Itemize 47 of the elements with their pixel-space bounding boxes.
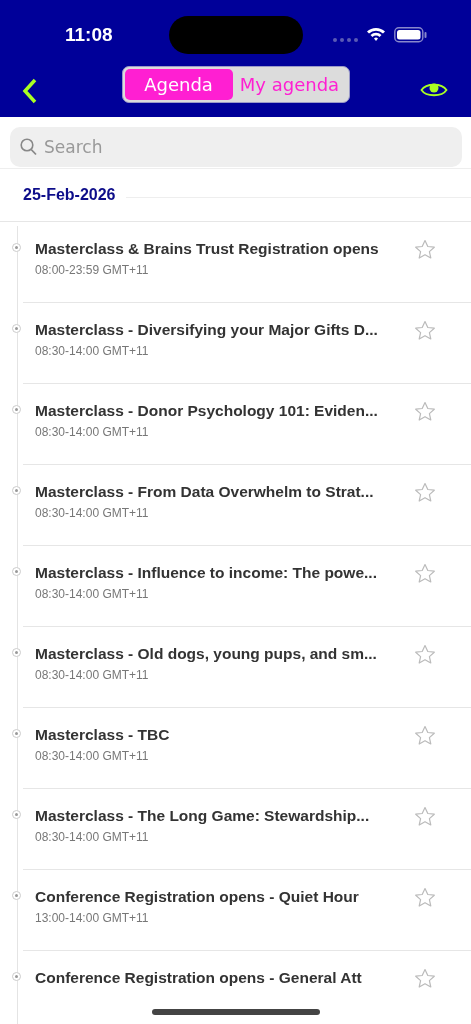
session-title: Masterclass & Brains Trust Registration opens: [35, 240, 379, 258]
session-title: Masterclass - Old dogs, young pups, and sm...: [35, 645, 377, 663]
star-icon[interactable]: [414, 806, 436, 827]
date-header: 25-Feb-2026: [23, 186, 116, 204]
timeline-dot: [12, 729, 21, 738]
star-icon[interactable]: [414, 887, 436, 908]
star-icon[interactable]: [414, 644, 436, 665]
signal-icon: [333, 38, 358, 42]
session-title: Masterclass - The Long Game: Stewardship...: [35, 807, 370, 825]
session-title: Masterclass - Diversifying your Major Gifts D...: [35, 321, 378, 339]
wifi-icon: [366, 26, 386, 42]
timeline-dot: [12, 405, 21, 414]
session-time: 08:30-14:00 GMT+11: [35, 749, 149, 763]
session-time: 08:30-14:00 GMT+11: [35, 668, 149, 682]
star-icon[interactable]: [414, 725, 436, 746]
session-time: 08:30-14:00 GMT+11: [35, 506, 149, 520]
session-time: 08:30-14:00 GMT+11: [35, 830, 149, 844]
timeline-dot: [12, 972, 21, 981]
star-icon[interactable]: [414, 482, 436, 503]
timeline-dot: [12, 324, 21, 333]
search-field[interactable]: Search: [10, 127, 462, 167]
star-icon[interactable]: [414, 968, 436, 989]
back-icon[interactable]: [22, 78, 38, 104]
timeline-dot: [12, 486, 21, 495]
status-time: 11:08: [65, 24, 113, 46]
timeline-dot: [12, 648, 21, 657]
session-title: Masterclass - Influence to income: The powe...: [35, 564, 377, 582]
timeline-dot: [12, 567, 21, 576]
star-icon[interactable]: [414, 401, 436, 422]
session-time: 08:00-23:59 GMT+11: [35, 263, 149, 277]
session-title: Conference Registration opens - Quiet Hour: [35, 888, 359, 906]
session-time: 08:30-14:00 GMT+11: [35, 425, 149, 439]
search-icon: [20, 138, 37, 156]
timeline-dot: [12, 810, 21, 819]
session-time: 08:30-14:00 GMT+11: [35, 587, 149, 601]
session-title: Masterclass - From Data Overwhelm to Strat...: [35, 483, 374, 501]
timeline-dot: [12, 243, 21, 252]
timeline-dot: [12, 891, 21, 900]
session-time: 08:30-14:00 GMT+11: [35, 344, 149, 358]
session-time: 13:00-14:00 GMT+11: [35, 911, 149, 925]
star-icon[interactable]: [414, 239, 436, 260]
star-icon[interactable]: [414, 320, 436, 341]
session-title: Conference Registration opens - General Att: [35, 969, 362, 987]
star-icon[interactable]: [414, 563, 436, 584]
session-title: Masterclass - Donor Psychology 101: Eviden...: [35, 402, 378, 420]
session-title: Masterclass - TBC: [35, 726, 170, 744]
battery-icon: [394, 27, 427, 43]
